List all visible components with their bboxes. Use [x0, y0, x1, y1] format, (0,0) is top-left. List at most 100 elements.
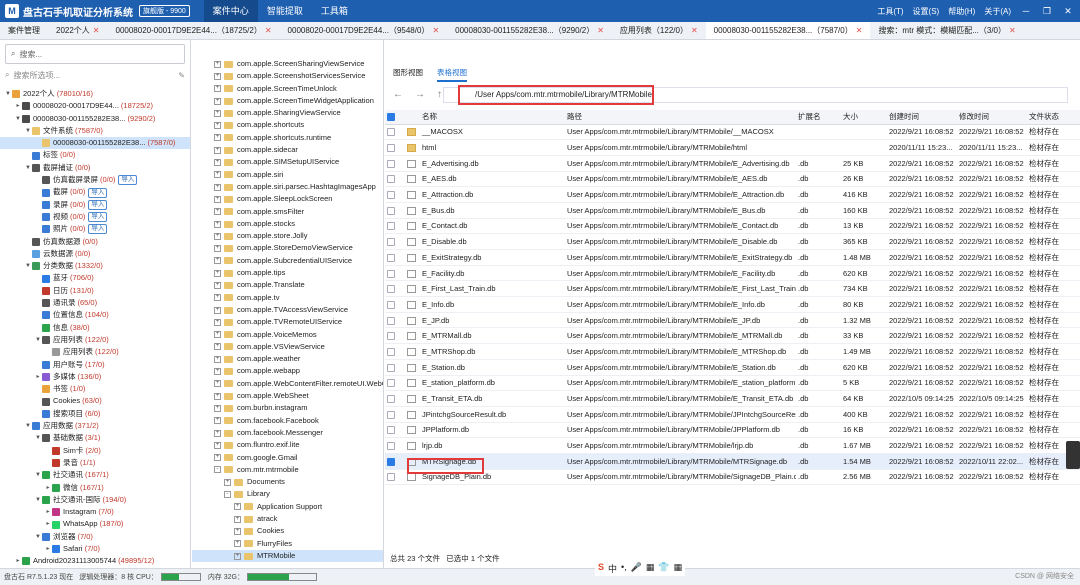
tree-node[interactable]: 通讯录 (65/0) [0, 297, 190, 309]
table-row[interactable]: E_Bus.db User Apps/com.mtr.mtrmobile/Libr… [385, 202, 1080, 219]
side-widget[interactable] [1066, 441, 1080, 469]
expand-toggle-icon[interactable]: ▼ [24, 162, 32, 174]
import-button[interactable]: 导入 [88, 199, 108, 210]
expand-toggle-icon[interactable]: ▼ [34, 432, 42, 444]
folder-node[interactable]: + com.apple.TVRemoteUIService [192, 316, 383, 328]
select-all-checkbox[interactable] [385, 110, 405, 125]
folder-node[interactable]: + com.apple.SleepLockScreen [192, 193, 383, 205]
expand-toggle-icon[interactable]: + [214, 72, 221, 80]
folder-node[interactable]: + Documents [192, 476, 383, 488]
table-row[interactable]: E_Disable.db User Apps/com.mtr.mtrmobile/… [385, 233, 1080, 250]
folder-node[interactable]: + FlurryFiles [192, 538, 383, 550]
table-row[interactable]: lrjp.db User Apps/com.mtr.mtrmobile/Libra… [385, 437, 1080, 454]
tree-node[interactable]: 日历 (131/0) [0, 285, 190, 297]
tree-node[interactable]: ▼ 应用列表 (122/0) [0, 334, 190, 346]
tree-node[interactable]: 视频 (0/0) 导入 [0, 211, 190, 223]
expand-toggle-icon[interactable]: + [214, 355, 221, 363]
tree-node[interactable]: ▼ 社交通讯-国际 (194/0) [0, 494, 190, 506]
folder-node[interactable]: + com.fluntro.exif.lite [192, 439, 383, 451]
ime-icon[interactable]: ▦ [674, 562, 683, 575]
tree-node[interactable]: ▸ WhatsApp (187/0) [0, 518, 190, 530]
ime-icon[interactable]: •, [621, 562, 627, 575]
column-header[interactable]: 扩展名 [796, 110, 841, 125]
folder-node[interactable]: + com.apple.ScreenTimeWidgetApplication [192, 95, 383, 107]
expand-toggle-icon[interactable]: + [224, 478, 231, 486]
row-checkbox[interactable] [385, 280, 405, 298]
table-row[interactable]: E_Station.db User Apps/com.mtr.mtrmobile/… [385, 359, 1080, 376]
table-row[interactable]: E_Facility.db User Apps/com.mtr.mtrmobile… [385, 265, 1080, 282]
tree-node[interactable]: 仿真截屏录屏 (0/0) 导入 [0, 174, 190, 186]
expand-toggle-icon[interactable]: + [214, 220, 221, 228]
column-header[interactable]: 路径 [565, 110, 796, 125]
expand-toggle-icon[interactable]: + [214, 208, 221, 216]
expand-toggle-icon[interactable]: + [234, 540, 241, 548]
ime-icon[interactable]: 中 [608, 562, 617, 575]
folder-node[interactable]: + com.apple.shortcuts.runtime [192, 132, 383, 144]
expand-toggle-icon[interactable]: + [214, 417, 221, 425]
expand-toggle-icon[interactable]: + [214, 343, 221, 351]
expand-toggle-icon[interactable]: + [214, 60, 221, 68]
expand-toggle-icon[interactable]: ▼ [34, 531, 42, 543]
document-tab[interactable]: 应用列表（122/0） ✕ [612, 22, 706, 39]
table-row[interactable]: E_MTRShop.db User Apps/com.mtr.mtrmobile/… [385, 343, 1080, 360]
close-tab-icon[interactable]: ✕ [432, 26, 439, 35]
row-checkbox[interactable] [385, 359, 405, 376]
folder-node[interactable]: + com.apple.tips [192, 267, 383, 279]
table-row[interactable]: E_JP.db User Apps/com.mtr.mtrmobile/Libra… [385, 312, 1080, 329]
tree-search-box[interactable]: ⌕ 搜索... [5, 44, 185, 64]
close-icon[interactable]: ✕ [1062, 6, 1074, 17]
tree-node[interactable]: ▼ 截屏捕证 (0/0) [0, 162, 190, 174]
tree-node[interactable]: ▸ 00008020-00017D9E44... (18725/2) [0, 100, 190, 112]
table-row[interactable]: JPPlatform.db User Apps/com.mtr.mtrmobile… [385, 422, 1080, 439]
folder-node[interactable]: + com.apple.ScreenSharingViewService [192, 58, 383, 70]
expand-toggle-icon[interactable]: ▼ [14, 113, 22, 125]
expand-toggle-icon[interactable]: ▸ [44, 506, 52, 518]
tree-node[interactable]: Sim卡 (2/0) [0, 445, 190, 457]
folder-node[interactable]: + com.apple.siri.parsec.HashtagImagesApp [192, 181, 383, 193]
table-row[interactable]: E_Attraction.db User Apps/com.mtr.mtrmobi… [385, 186, 1080, 203]
import-button[interactable]: 导入 [118, 175, 138, 186]
expand-toggle-icon[interactable]: + [234, 515, 241, 523]
expand-toggle-icon[interactable]: + [214, 159, 221, 167]
expand-toggle-icon[interactable]: + [214, 380, 221, 388]
row-checkbox[interactable] [385, 249, 405, 266]
menu-about[interactable]: 关于(A) [984, 6, 1011, 17]
row-checkbox[interactable] [385, 375, 405, 392]
expand-toggle-icon[interactable]: + [234, 527, 241, 535]
expand-toggle-icon[interactable]: + [214, 109, 221, 117]
tree-node[interactable]: ▼ 2022个人 (78010/16) [0, 88, 190, 100]
folder-node[interactable]: + com.apple.ScreenTimeUnlock [192, 83, 383, 95]
expand-toggle-icon[interactable]: + [234, 552, 241, 560]
import-button[interactable]: 导入 [88, 187, 108, 198]
close-tab-icon[interactable]: ✕ [265, 26, 272, 35]
table-row[interactable]: E_MTRMall.db User Apps/com.mtr.mtrmobile/… [385, 327, 1080, 345]
table-row[interactable]: E_Advertising.db User Apps/com.mtr.mtrmob… [385, 155, 1080, 172]
expand-toggle-icon[interactable]: + [214, 269, 221, 277]
forward-icon[interactable]: → [415, 89, 425, 100]
row-checkbox[interactable] [385, 327, 405, 345]
folder-node[interactable]: + com.apple.SubcredentialUIService [192, 255, 383, 267]
tree-node[interactable]: ▸ 多媒体 (136/0) [0, 371, 190, 383]
expand-toggle-icon[interactable]: + [214, 294, 221, 302]
expand-toggle-icon[interactable]: + [214, 134, 221, 142]
document-tab[interactable]: 2022个人 ✕ [48, 22, 108, 39]
folder-node[interactable]: + com.google.Gmail [192, 452, 383, 464]
row-checkbox[interactable] [385, 469, 405, 486]
tree-node[interactable]: 仿真数据源 (0/0) [0, 236, 190, 248]
folder-node[interactable]: + com.apple.WebSheet [192, 390, 383, 402]
tree-node[interactable]: ▸ Android20231113005744 (49895/12) [0, 555, 190, 567]
tree-node[interactable]: ▼ 00008030-001155282E38... (9290/2) [0, 113, 190, 125]
row-checkbox[interactable] [385, 453, 405, 470]
folder-node[interactable]: + com.apple.ScreenshotServicesService [192, 70, 383, 82]
menu-tools[interactable]: 工具(T) [877, 6, 903, 17]
folder-node[interactable]: + com.apple.SIMSetupUIService [192, 156, 383, 168]
folder-node[interactable]: + com.apple.tv [192, 292, 383, 304]
tree-node[interactable]: 云数据源 (0/0) [0, 248, 190, 260]
expand-toggle-icon[interactable]: + [214, 306, 221, 314]
folder-node[interactable]: + Cookies [192, 525, 383, 537]
expand-toggle-icon[interactable]: - [214, 466, 221, 474]
pin-icon[interactable]: ✎ [178, 71, 185, 80]
expand-toggle-icon[interactable]: ▼ [34, 469, 42, 481]
restore-icon[interactable]: ❐ [1041, 6, 1053, 17]
tab-graph-view[interactable]: 图形视图 [393, 67, 423, 82]
